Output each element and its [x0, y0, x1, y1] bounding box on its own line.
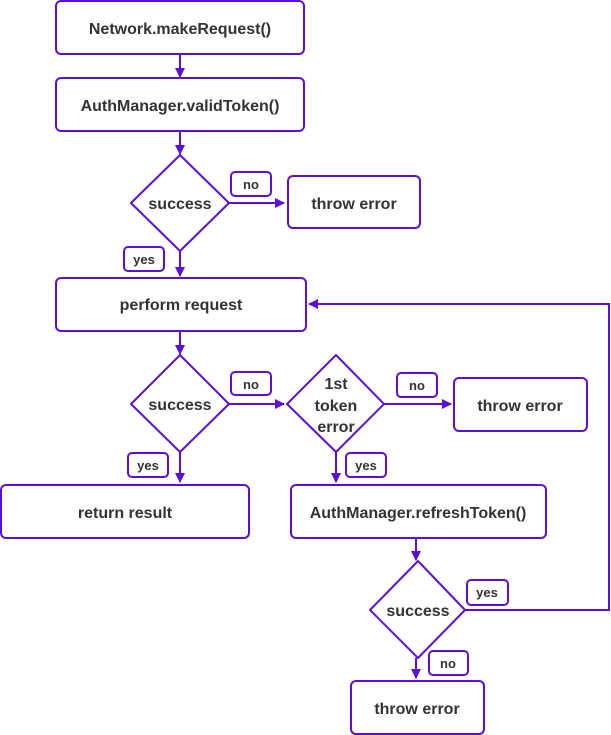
flowchart: Network.makeRequest() AuthManager.validT…: [0, 0, 610, 735]
flowchart-canvas: Network.makeRequest() AuthManager.validT…: [0, 0, 611, 735]
edge-label-request-yes: yes: [137, 458, 159, 473]
node-label-decision-valid: success: [148, 196, 211, 213]
node-label-throw-error-1: throw error: [311, 196, 396, 213]
node-label-first-token-line1: 1st: [324, 376, 348, 393]
edge-label-valid-yes: yes: [133, 252, 155, 267]
node-label-return-result: return result: [78, 505, 173, 522]
node-label-valid-token: AuthManager.validToken(): [81, 98, 280, 115]
edge-label-refresh-yes: yes: [476, 585, 498, 600]
node-label-first-token-line3: error: [317, 419, 354, 436]
edge-label-request-no: no: [243, 377, 259, 392]
node-label-throw-error-2: throw error: [477, 398, 562, 415]
node-label-perform-request: perform request: [120, 297, 243, 314]
node-label-decision-refresh: success: [386, 603, 449, 620]
node-label-decision-request: success: [148, 397, 211, 414]
edge-label-first-token-yes: yes: [355, 458, 377, 473]
node-label-refresh-token: AuthManager.refreshToken(): [310, 505, 527, 522]
edge-label-refresh-no: no: [440, 656, 456, 671]
node-label-make-request: Network.makeRequest(): [89, 21, 271, 38]
edge-label-first-token-no: no: [409, 378, 425, 393]
node-label-first-token-line2: token: [315, 398, 358, 415]
edge-label-valid-no: no: [243, 177, 259, 192]
node-label-throw-error-3: throw error: [374, 701, 459, 718]
